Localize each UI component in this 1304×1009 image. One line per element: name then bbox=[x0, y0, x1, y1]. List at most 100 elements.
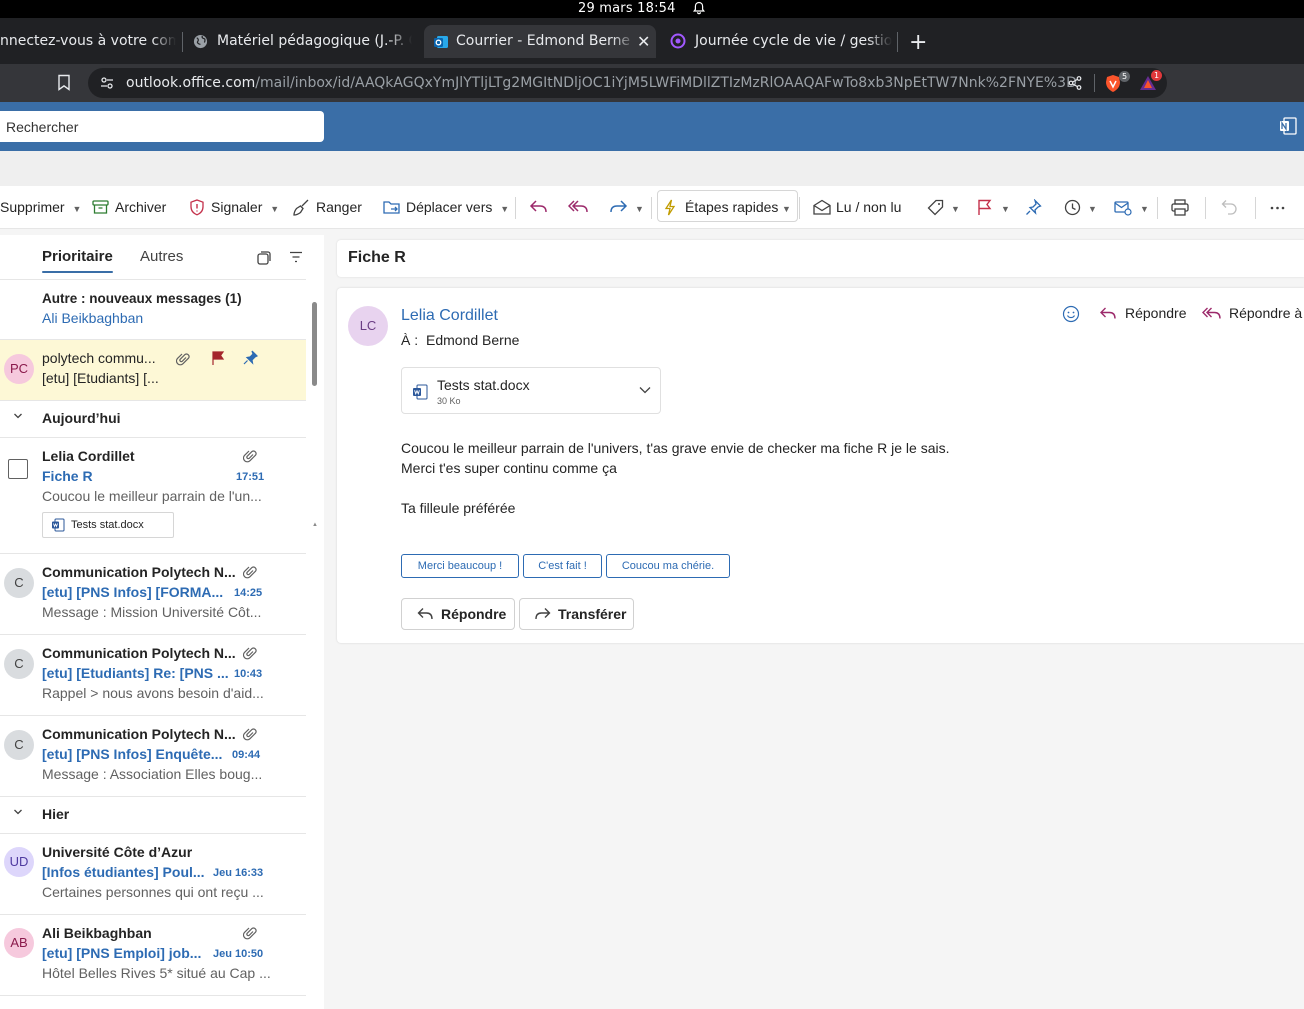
address-bar[interactable]: outlook.office.com/mail/inbox/id/AAQkAGQ… bbox=[88, 68, 1167, 98]
tab-focused[interactable]: Prioritaire bbox=[42, 248, 113, 273]
list-item[interactable]: C Communication Polytech N... [etu] [PNS… bbox=[0, 554, 306, 634]
list-item[interactable]: AB Ali Beikbaghban [etu] [PNS Emploi] jo… bbox=[0, 915, 306, 995]
reading-pane-message: LC Lelia Cordillet À : Edmond Berne Répo… bbox=[337, 288, 1304, 643]
paperclip-icon bbox=[243, 728, 257, 741]
site-settings-icon[interactable] bbox=[100, 76, 114, 90]
filter-icon[interactable] bbox=[289, 251, 303, 263]
attachment-card[interactable]: Tests stat.docx 30 Ko bbox=[401, 367, 661, 414]
snooze-button[interactable]: ▼ bbox=[1064, 186, 1097, 229]
notice-title: Autre : nouveaux messages (1) bbox=[42, 291, 242, 306]
item-time: 10:43 bbox=[234, 668, 263, 680]
item-subject: [etu] [PNS Infos] Enquête... bbox=[42, 746, 223, 762]
command-ribbon: Supprimer ▼ Archiver Signaler ▼ Ranger D… bbox=[0, 186, 1304, 229]
rules-button[interactable]: ▼ bbox=[1114, 186, 1149, 229]
suggested-reply-2[interactable]: C'est fait ! bbox=[523, 554, 602, 578]
read-unread-button[interactable]: Lu / non lu bbox=[813, 186, 901, 229]
onenote-feed-icon[interactable] bbox=[1279, 117, 1297, 135]
notice-sender[interactable]: Ali Beikbaghban bbox=[42, 310, 143, 326]
quick-steps-chevron[interactable]: ▼ bbox=[782, 186, 791, 229]
system-top-bar: 29 mars 18:54 bbox=[0, 0, 1304, 18]
item-subject: [etu] [Etudiants] [... bbox=[42, 370, 159, 386]
archive-button[interactable]: Archiver bbox=[92, 186, 166, 229]
chevron-down-icon: ▼ bbox=[782, 204, 791, 214]
item-sender: Communication Polytech N... bbox=[42, 726, 236, 742]
printer-icon bbox=[1171, 199, 1189, 216]
avatar[interactable]: LC bbox=[348, 306, 388, 346]
other-inbox-notice[interactable]: Autre : nouveaux messages (1) Ali Beikba… bbox=[0, 280, 306, 340]
item-time: Jeu 10:50 bbox=[213, 948, 264, 960]
flag-icon[interactable] bbox=[211, 351, 225, 366]
reply-icon bbox=[529, 200, 547, 213]
list-item[interactable]: Lelia Cordillet Fiche R 17:51 Coucou le … bbox=[0, 438, 306, 553]
section-yesterday[interactable]: Hier bbox=[0, 797, 306, 833]
folder-move-icon bbox=[383, 201, 400, 214]
move-to-button[interactable]: Déplacer vers ▼ bbox=[383, 186, 509, 229]
item-preview: Certaines personnes qui ont reçu ... bbox=[42, 884, 264, 900]
section-today[interactable]: Aujourd’hui bbox=[0, 401, 306, 437]
reply-icon bbox=[1100, 307, 1116, 319]
chevron-down-icon: ▼ bbox=[1001, 204, 1010, 214]
item-subject: Fiche R bbox=[42, 468, 93, 484]
attachment-chip-label: Tests stat.docx bbox=[71, 519, 144, 531]
item-preview: Hôtel Belles Rives 5* situé au Cap ... bbox=[42, 965, 271, 981]
chevron-down-icon: ▼ bbox=[500, 204, 510, 214]
tag-button[interactable]: ▼ bbox=[927, 186, 960, 229]
system-clock[interactable]: 29 mars 18:54 bbox=[578, 0, 676, 17]
url-text[interactable]: outlook.office.com/mail/inbox/id/AAQkAGQ… bbox=[126, 68, 1077, 98]
tab-other[interactable]: Autres bbox=[140, 248, 183, 265]
sender-name[interactable]: Lelia Cordillet bbox=[401, 307, 498, 325]
list-scrollbar-thumb[interactable] bbox=[312, 302, 317, 386]
tab-close-icon[interactable]: ✕ bbox=[637, 25, 650, 58]
header-reply-all-button[interactable]: Répondre à bbox=[1202, 305, 1302, 321]
item-sender: Lelia Cordillet bbox=[42, 448, 135, 464]
flag-button[interactable]: ▼ bbox=[977, 186, 1010, 229]
avatar: PC bbox=[4, 354, 34, 384]
item-sender: Communication Polytech N... bbox=[42, 645, 236, 661]
delete-button[interactable]: Supprimer ▼ bbox=[0, 186, 81, 229]
browser-tab-journee[interactable]: Journée cycle de vie / gestio bbox=[668, 25, 892, 58]
scroll-up-arrow-icon[interactable]: ▲ bbox=[312, 522, 318, 528]
select-checkbox[interactable] bbox=[8, 459, 28, 479]
search-box[interactable] bbox=[0, 111, 324, 142]
browser-tab-outlook[interactable]: Courrier - Edmond Berne ✕ bbox=[424, 25, 656, 58]
pinned-message-item[interactable]: PC polytech commu... [etu] [Etudiants] [… bbox=[0, 340, 306, 400]
chevron-down-icon[interactable] bbox=[639, 386, 651, 394]
avatar: UD bbox=[4, 847, 34, 877]
list-item[interactable]: C Communication Polytech N... [etu] [PNS… bbox=[0, 716, 306, 796]
avatar: AB bbox=[4, 928, 34, 958]
bookmark-icon[interactable] bbox=[57, 74, 71, 91]
emoji-react-icon[interactable] bbox=[1062, 305, 1080, 323]
select-mode-icon[interactable] bbox=[257, 251, 271, 265]
forward-button-bottom[interactable]: Transférer bbox=[519, 598, 634, 630]
attachment-chip[interactable]: Tests stat.docx bbox=[42, 512, 174, 538]
paperclip-icon bbox=[176, 353, 190, 366]
message-body: Coucou le meilleur parrain de l'univers,… bbox=[401, 440, 950, 516]
tab-title: nnectez-vous à votre com bbox=[0, 33, 176, 49]
reply-button-bottom[interactable]: Répondre bbox=[401, 598, 515, 630]
suggested-reply-3[interactable]: Coucou ma chérie. bbox=[606, 554, 730, 578]
list-item[interactable]: UD Université Côte d’Azur [Infos étudian… bbox=[0, 834, 306, 914]
suggested-reply-1[interactable]: Merci beaucoup ! bbox=[401, 554, 519, 578]
section-label: Aujourd’hui bbox=[42, 410, 121, 426]
new-tab-plus-icon[interactable]: + bbox=[909, 32, 927, 54]
report-button[interactable]: Signaler ▼ bbox=[189, 186, 279, 229]
browser-tab-connect[interactable]: nnectez-vous à votre com bbox=[0, 25, 176, 58]
quick-steps-button[interactable]: Étapes rapides bbox=[664, 186, 778, 229]
search-input[interactable] bbox=[0, 111, 300, 142]
item-sender: polytech commu... bbox=[42, 350, 156, 366]
header-reply-button[interactable]: Répondre bbox=[1099, 305, 1187, 321]
paperclip-icon bbox=[243, 647, 257, 660]
share-icon[interactable] bbox=[1068, 76, 1082, 90]
browser-tab-materiel[interactable]: Matériel pédagogique (J.-P. C bbox=[190, 25, 412, 58]
recipient-name[interactable]: Edmond Berne bbox=[426, 332, 519, 348]
chevron-down-icon: ▼ bbox=[72, 204, 82, 214]
forward-button[interactable]: ▼ bbox=[609, 186, 644, 229]
pin-icon[interactable] bbox=[243, 350, 258, 365]
tab-title: Matériel pédagogique (J.-P. C bbox=[217, 33, 412, 49]
list-item[interactable]: C Communication Polytech N... [etu] [Etu… bbox=[0, 635, 306, 715]
sweep-button[interactable]: Ranger bbox=[293, 186, 362, 229]
avatar: C bbox=[4, 568, 34, 598]
to-label: À : bbox=[401, 332, 419, 348]
paperclip-icon bbox=[243, 927, 257, 940]
notification-bell-icon[interactable] bbox=[692, 1, 706, 15]
